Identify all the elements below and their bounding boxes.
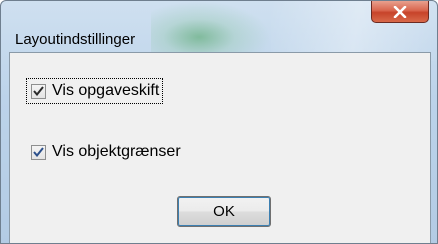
- checkmark-icon: [33, 86, 44, 96]
- option-show-taskswitcher[interactable]: Vis opgaveskift: [26, 78, 164, 104]
- window-title: Layoutindstillinger: [15, 31, 136, 48]
- checkbox-show-taskswitcher[interactable]: [31, 83, 46, 99]
- option-label: Vis opgaveskift: [52, 82, 160, 99]
- dialog-window: Layoutindstillinger Vis opgaveskift Vis …: [0, 0, 438, 244]
- ok-button[interactable]: OK: [177, 196, 271, 227]
- close-icon: [393, 5, 407, 18]
- title-bar[interactable]: Layoutindstillinger: [1, 1, 437, 51]
- dialog-body: Vis opgaveskift Vis objektgrænser OK: [9, 52, 431, 243]
- checkbox-show-object-borders[interactable]: [31, 144, 46, 160]
- close-button[interactable]: [371, 1, 429, 23]
- option-show-object-borders[interactable]: Vis objektgrænser: [31, 139, 181, 165]
- option-label: Vis objektgrænser: [52, 143, 181, 160]
- checkmark-icon: [33, 147, 44, 157]
